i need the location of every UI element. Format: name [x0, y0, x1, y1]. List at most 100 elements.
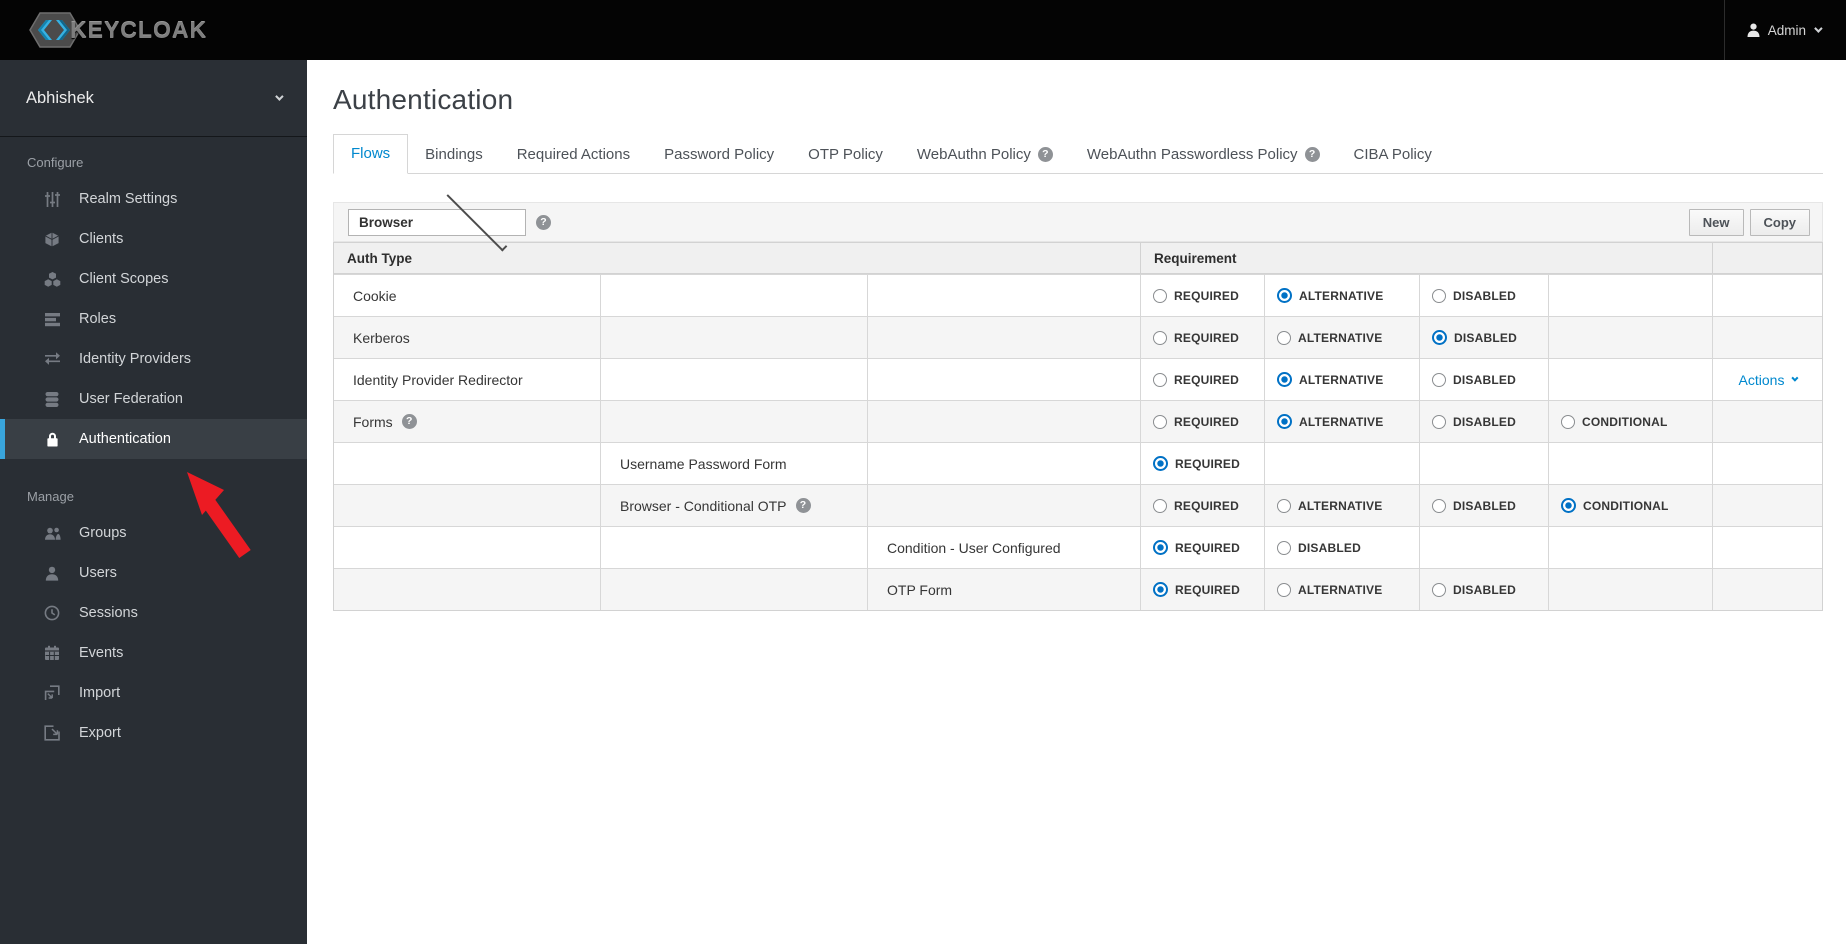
tab-webauthn-passwordless-policy[interactable]: WebAuthn Passwordless Policy? — [1070, 136, 1337, 174]
radio-disabled[interactable] — [1432, 498, 1446, 513]
requirement-cell: REQUIRED — [1141, 317, 1265, 358]
radio-conditional[interactable] — [1561, 414, 1575, 429]
radio-required[interactable] — [1153, 288, 1167, 303]
radio-required[interactable] — [1153, 498, 1167, 513]
realm-selector[interactable]: Abhishek — [0, 60, 307, 137]
sidebar-item-label: Realm Settings — [79, 191, 178, 207]
sidebar-item-label: Authentication — [79, 431, 171, 447]
export-icon — [43, 725, 61, 741]
table-header-row: Auth Type Requirement — [334, 242, 1822, 274]
radio-required[interactable] — [1153, 582, 1168, 597]
sidebar-item-label: Client Scopes — [79, 271, 169, 287]
radio-required[interactable] — [1153, 330, 1167, 345]
requirement-header: Requirement — [1141, 243, 1713, 273]
sidebar-section-configure: Configure — [27, 155, 84, 170]
requirement-cell: ALTERNATIVE — [1265, 317, 1420, 358]
table-row: Cookie REQUIRED ALTERNATIVE DISABLED — [334, 274, 1822, 316]
radio-conditional[interactable] — [1561, 498, 1576, 513]
table-row: Username Password Form REQUIRED — [334, 442, 1822, 484]
requirement-cell: DISABLED — [1420, 401, 1549, 442]
radio-alternative[interactable] — [1277, 414, 1292, 429]
help-icon[interactable]: ? — [1037, 147, 1053, 162]
sidebar-item-import[interactable]: Import — [0, 673, 307, 713]
requirement-cell: DISABLED — [1420, 275, 1549, 316]
auth-type-cell: Condition - User Configured — [868, 527, 1141, 568]
requirement-cell: ALTERNATIVE — [1265, 569, 1420, 610]
requirement-cell: DISABLED — [1420, 359, 1549, 400]
user-icon — [43, 566, 61, 581]
realm-name: Abhishek — [26, 88, 94, 107]
help-icon[interactable]: ? — [536, 214, 551, 230]
auth-type-cell: Kerberos — [334, 317, 601, 358]
flow-select[interactable]: Browser — [348, 190, 526, 251]
radio-required[interactable] — [1153, 456, 1168, 471]
sidebar-item-events[interactable]: Events — [0, 633, 307, 673]
tab-otp-policy[interactable]: OTP Policy — [791, 136, 900, 174]
table-row: Browser - Conditional OTP? REQUIRED ALTE… — [334, 484, 1822, 526]
sidebar-item-realm-settings[interactable]: Realm Settings — [0, 179, 307, 219]
chevron-down-icon — [1791, 374, 1799, 382]
new-button[interactable]: New — [1688, 208, 1744, 236]
sidebar-item-groups[interactable]: Groups — [0, 513, 307, 553]
admin-user-menu[interactable]: Admin — [1723, 0, 1846, 60]
keycloak-logo[interactable]: KEYCLOAK — [26, 10, 207, 50]
requirement-cell: DISABLED — [1420, 569, 1549, 610]
sidebar-item-identity-providers[interactable]: Identity Providers — [0, 339, 307, 379]
help-icon[interactable]: ? — [795, 498, 811, 513]
radio-alternative[interactable] — [1277, 288, 1292, 303]
radio-disabled[interactable] — [1432, 288, 1446, 303]
radio-required[interactable] — [1153, 372, 1167, 387]
tab-password-policy[interactable]: Password Policy — [647, 136, 791, 174]
sidebar-item-roles[interactable]: Roles — [0, 299, 307, 339]
radio-disabled[interactable] — [1432, 414, 1446, 429]
requirement-cell: REQUIRED — [1141, 401, 1265, 442]
auth-type-cell: Cookie — [334, 275, 601, 316]
tab-bindings[interactable]: Bindings — [408, 136, 500, 174]
flow-select-value: Browser — [359, 214, 414, 230]
sidebar-item-sessions[interactable]: Sessions — [0, 593, 307, 633]
auth-type-cell: Username Password Form — [601, 443, 868, 484]
table-row: Identity Provider Redirector REQUIRED AL… — [334, 358, 1822, 400]
clock-icon — [43, 605, 61, 621]
tab-webauthn-policy[interactable]: WebAuthn Policy? — [900, 136, 1070, 174]
sidebar-item-users[interactable]: Users — [0, 553, 307, 593]
table-row: OTP Form REQUIRED ALTERNATIVE DISABLED — [334, 568, 1822, 610]
radio-required[interactable] — [1153, 414, 1167, 429]
sidebar-item-export[interactable]: Export — [0, 713, 307, 753]
requirement-cell: ALTERNATIVE — [1265, 401, 1420, 442]
sidebar-item-label: Users — [79, 565, 117, 581]
radio-alternative[interactable] — [1277, 372, 1292, 387]
table-row: Forms? REQUIRED ALTERNATIVE DISABLED CON… — [334, 400, 1822, 442]
help-icon[interactable]: ? — [1304, 147, 1320, 162]
tab-flows[interactable]: Flows — [333, 134, 409, 174]
radio-required[interactable] — [1153, 540, 1168, 555]
radio-alternative[interactable] — [1277, 330, 1291, 345]
import-icon — [43, 685, 61, 701]
radio-disabled[interactable] — [1432, 582, 1446, 597]
help-icon[interactable]: ? — [401, 414, 417, 429]
radio-alternative[interactable] — [1277, 582, 1291, 597]
tab-ciba-policy[interactable]: CIBA Policy — [1337, 136, 1449, 174]
radio-alternative[interactable] — [1277, 498, 1291, 513]
auth-type-cell: OTP Form — [868, 569, 1141, 610]
sidebar-item-user-federation[interactable]: User Federation — [0, 379, 307, 419]
sidebar-item-label: Events — [79, 645, 124, 661]
actions-dropdown[interactable]: Actions — [1739, 372, 1799, 388]
radio-disabled[interactable] — [1432, 330, 1447, 345]
lock-icon — [43, 431, 61, 448]
sidebar-item-clients[interactable]: Clients — [0, 219, 307, 259]
sidebar-item-client-scopes[interactable]: Client Scopes — [0, 259, 307, 299]
requirement-cell: ALTERNATIVE — [1265, 275, 1420, 316]
copy-button[interactable]: Copy — [1749, 208, 1810, 236]
user-icon — [1747, 23, 1760, 37]
sliders-icon — [43, 191, 61, 208]
radio-disabled[interactable] — [1432, 372, 1446, 387]
tab-required-actions[interactable]: Required Actions — [500, 136, 647, 174]
radio-disabled[interactable] — [1277, 540, 1291, 555]
flows-table: Auth Type Requirement Cookie REQUIRED AL… — [333, 242, 1823, 611]
sidebar-item-authentication[interactable]: Authentication — [0, 419, 307, 459]
sidebar-item-label: Groups — [79, 525, 127, 541]
sidebar-item-label: Export — [79, 725, 121, 741]
database-icon — [43, 391, 61, 408]
requirement-cell: DISABLED — [1265, 527, 1420, 568]
